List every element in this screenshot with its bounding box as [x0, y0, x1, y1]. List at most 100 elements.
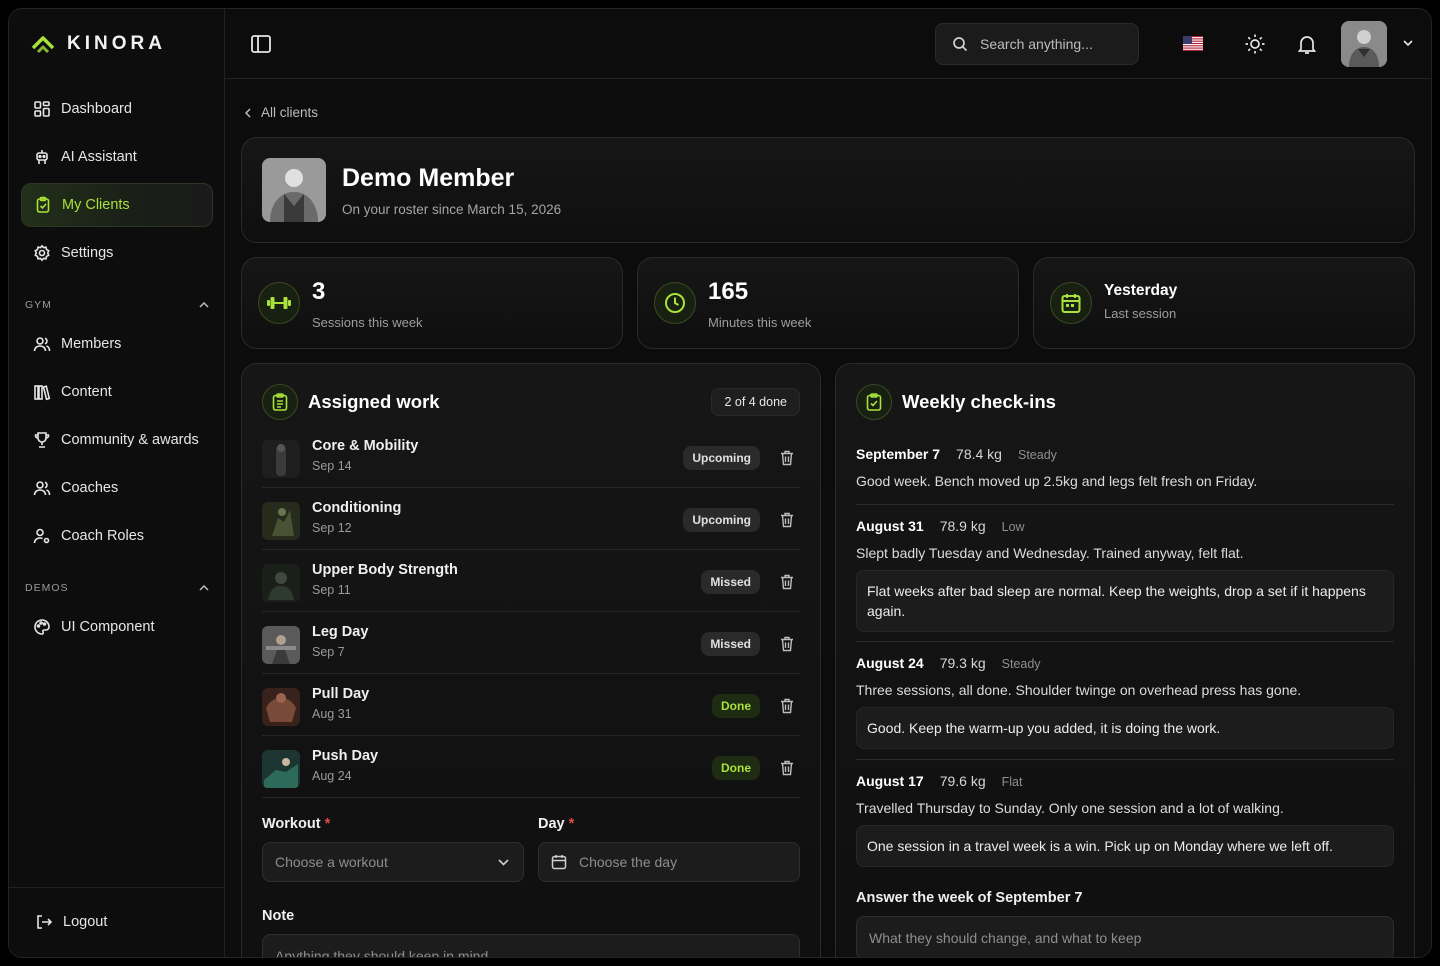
- minutes-value: 165: [708, 278, 749, 305]
- status-badge: Done: [712, 756, 760, 780]
- user-avatar[interactable]: [1341, 21, 1387, 67]
- checkin-date: August 31: [856, 518, 924, 534]
- sessions-value: 3: [312, 278, 326, 305]
- checkin-header: August 31 78.9 kg Low: [856, 518, 1025, 534]
- sessions-label: Sessions this week: [312, 315, 423, 330]
- sidebar-item-label: Community & awards: [61, 432, 199, 448]
- workout-row[interactable]: Core & Mobility Sep 14 Upcoming: [262, 426, 800, 488]
- weekly-checkins-card: Weekly check-ins September 7 78.4 kg Ste…: [835, 363, 1415, 957]
- theme-toggle-sun-icon[interactable]: [1244, 33, 1266, 55]
- trash-icon[interactable]: [780, 698, 794, 714]
- progress-badge: 2 of 4 done: [711, 388, 800, 416]
- checkin-date: August 17: [856, 773, 924, 789]
- app-window: KINORA Dashboard AI Assistant My Clients…: [8, 8, 1432, 958]
- sidebar-toggle-icon[interactable]: [251, 35, 271, 53]
- answer-field-label: Answer the week of September 7: [856, 890, 1083, 906]
- workout-field-label: Workout *: [262, 816, 330, 832]
- sidebar-item-content[interactable]: Content: [21, 370, 213, 414]
- sidebar-item-label: My Clients: [62, 197, 130, 213]
- coach-reply: One session in a travel week is a win. P…: [856, 825, 1394, 867]
- dumbbell-icon: [267, 297, 291, 309]
- divider: [856, 504, 1394, 505]
- sidebar-item-community-awards[interactable]: Community & awards: [21, 418, 213, 462]
- section-demos[interactable]: DEMOS: [25, 582, 209, 594]
- note-input-placeholder: Anything they should keep in mind: [275, 948, 489, 958]
- title-icon-wrap: [856, 384, 892, 420]
- workout-title: Push Day: [312, 748, 379, 764]
- search-icon: [953, 37, 968, 52]
- sidebar-item-settings[interactable]: Settings: [21, 231, 213, 275]
- clipboard-list-icon: [272, 393, 288, 411]
- trash-icon[interactable]: [780, 450, 794, 466]
- sidebar-item-members[interactable]: Members: [21, 322, 213, 366]
- checkin-header: September 7 78.4 kg Steady: [856, 446, 1057, 462]
- sidebar-item-label: Coach Roles: [61, 528, 145, 544]
- users-icon: [33, 337, 51, 352]
- stat-icon-wrap: [258, 282, 300, 324]
- status-badge: Done: [712, 694, 760, 718]
- checkin-trend: Flat: [1001, 775, 1023, 789]
- sidebar-item-coaches[interactable]: Coaches: [21, 466, 213, 510]
- workout-label-text: Workout: [262, 816, 321, 832]
- robot-icon: [36, 150, 48, 164]
- member-avatar: [262, 158, 326, 222]
- breadcrumb[interactable]: All clients: [245, 105, 318, 120]
- logout-button[interactable]: Logout: [23, 900, 215, 944]
- trash-icon[interactable]: [780, 760, 794, 776]
- checkin-weight: 79.3 kg: [939, 655, 986, 671]
- workout-date: Sep 14: [312, 459, 352, 473]
- profile-card: Demo Member On your roster since March 1…: [241, 137, 1415, 243]
- workout-row[interactable]: Push Day Aug 24 Done: [262, 736, 800, 798]
- sidebar-item-my-clients[interactable]: My Clients: [21, 183, 213, 227]
- sidebar-item-ui-component[interactable]: UI Component: [21, 605, 213, 649]
- workout-row[interactable]: Leg Day Sep 7 Missed: [262, 612, 800, 674]
- day-field-label: Day *: [538, 816, 574, 832]
- stat-card-minutes: 165 Minutes this week: [637, 257, 1019, 349]
- checkin-date: August 24: [856, 655, 924, 671]
- us-flag-icon[interactable]: [1183, 36, 1203, 51]
- status-badge: Upcoming: [683, 446, 760, 470]
- trash-icon[interactable]: [780, 512, 794, 528]
- day-picker[interactable]: Choose the day: [538, 842, 800, 882]
- sidebar-item-label: Content: [61, 384, 112, 400]
- dashboard-grid-icon: [34, 101, 50, 117]
- member-name: Demo Member: [342, 164, 515, 192]
- answer-input[interactable]: What they should change, and what to kee…: [856, 916, 1394, 957]
- brand-logo[interactable]: KINORA: [31, 33, 166, 55]
- workout-thumbnail: [262, 750, 300, 788]
- trash-icon[interactable]: [780, 574, 794, 590]
- checkin-trend: Steady: [1001, 657, 1041, 671]
- workout-row[interactable]: Conditioning Sep 12 Upcoming: [262, 488, 800, 550]
- checkin-weight: 78.9 kg: [939, 518, 986, 534]
- calendar-icon: [1061, 294, 1081, 313]
- chevron-up-icon: [199, 302, 209, 308]
- checkin-text: Slept badly Tuesday and Wednesday. Train…: [856, 545, 1244, 561]
- gear-icon: [34, 244, 50, 262]
- workout-date: Sep 11: [312, 583, 351, 597]
- workout-date: Aug 31: [312, 707, 352, 721]
- sidebar-item-dashboard[interactable]: Dashboard: [21, 87, 213, 131]
- clock-icon: [665, 293, 685, 313]
- sidebar-item-ai-assistant[interactable]: AI Assistant: [21, 135, 213, 179]
- chevron-up-icon: [199, 585, 209, 591]
- workout-select[interactable]: Choose a workout: [262, 842, 524, 882]
- minutes-label: Minutes this week: [708, 315, 812, 330]
- back-to-all-clients-link[interactable]: All clients: [261, 105, 318, 120]
- workout-thumbnail: [262, 502, 300, 540]
- workout-row[interactable]: Pull Day Aug 31 Done: [262, 674, 800, 736]
- clipboard-check-icon: [866, 393, 882, 411]
- trash-icon[interactable]: [780, 636, 794, 652]
- top-bar: Search anything...: [225, 9, 1431, 79]
- sidebar-item-coach-roles[interactable]: Coach Roles: [21, 514, 213, 558]
- section-gym[interactable]: GYM: [25, 299, 209, 311]
- sidebar-item-label: Members: [61, 336, 122, 352]
- search-input[interactable]: Search anything...: [980, 36, 1093, 52]
- chevron-down-icon[interactable]: [1403, 40, 1413, 47]
- workout-date: Sep 7: [312, 645, 345, 659]
- notification-bell-icon[interactable]: [1296, 33, 1318, 55]
- search-box[interactable]: Search anything...: [935, 23, 1139, 65]
- note-input[interactable]: Anything they should keep in mind: [262, 934, 800, 958]
- logout-icon: [37, 915, 53, 929]
- workout-row[interactable]: Upper Body Strength Sep 11 Missed: [262, 550, 800, 612]
- stat-icon-wrap: [1050, 282, 1092, 324]
